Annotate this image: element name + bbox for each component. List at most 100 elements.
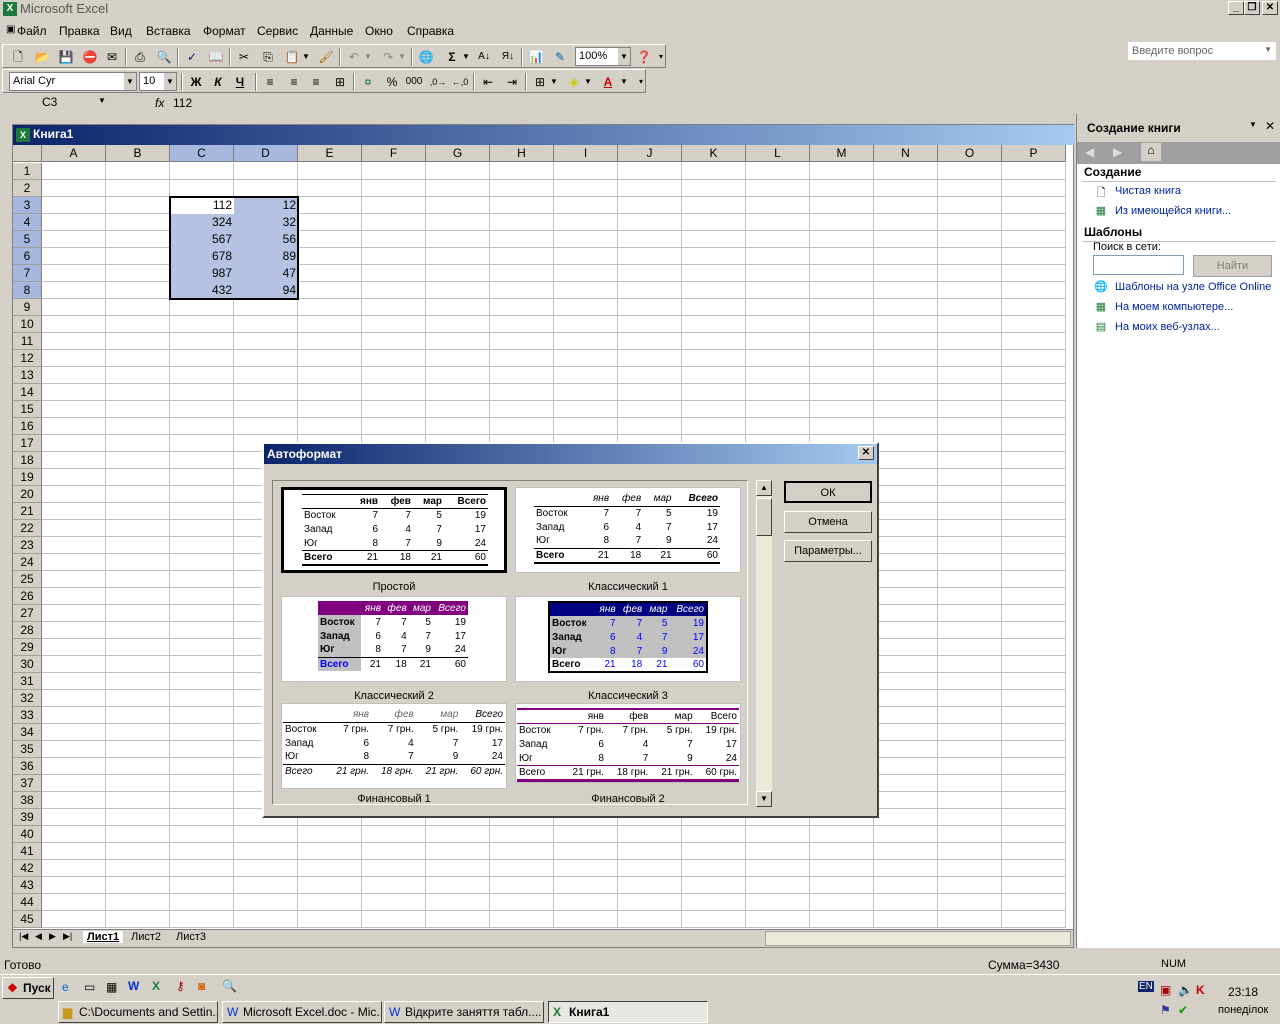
taskbar-item-word-doc[interactable]: W Microsoft Excel.doc - Mic...	[222, 1001, 382, 1023]
toolbar-options-icon[interactable]: ▾	[657, 48, 665, 66]
italic-button[interactable]: К	[209, 73, 227, 91]
scroll-up-icon[interactable]: ▲	[756, 480, 772, 496]
select-all-corner[interactable]	[13, 145, 42, 162]
borders-icon[interactable]: ⊞	[531, 73, 549, 91]
row-header-19[interactable]: 19	[13, 469, 42, 486]
column-header-B[interactable]: B	[106, 145, 170, 162]
taskbar-item-book1[interactable]: X Книга1	[548, 1001, 708, 1023]
row-header-20[interactable]: 20	[13, 486, 42, 503]
format-swatch-2[interactable]: янв фев мар Всего Восток 7 7 5 19 Запад 6 4 7 17 Юг 8 7 9…	[515, 487, 741, 573]
row-header-37[interactable]: 37	[13, 775, 42, 792]
horizontal-scrollbar[interactable]	[765, 931, 1071, 946]
volume-icon[interactable]: 🔈	[1178, 983, 1193, 997]
help-icon[interactable]: ❓	[635, 48, 653, 66]
templates-computer-link[interactable]: На моем компьютере...	[1115, 301, 1233, 313]
row-header-32[interactable]: 32	[13, 690, 42, 707]
font-color-icon[interactable]: A	[599, 73, 617, 91]
hyperlink-icon[interactable]: 🌐	[417, 48, 435, 66]
font-select[interactable]: Arial Cyr ▼	[9, 72, 137, 91]
insert-function-icon[interactable]: fx	[155, 96, 164, 110]
merge-center-icon[interactable]: ⊞	[331, 73, 349, 91]
research-icon[interactable]: 📖	[207, 48, 225, 66]
outlook-icon[interactable]: ◙	[198, 979, 205, 993]
open-icon[interactable]: 📂	[33, 48, 51, 66]
antivirus-icon[interactable]: K	[1196, 983, 1205, 997]
row-header-5[interactable]: 5	[13, 231, 42, 248]
undo-icon[interactable]: ↶	[345, 48, 363, 66]
row-header-7[interactable]: 7	[13, 265, 42, 282]
row-header-44[interactable]: 44	[13, 894, 42, 911]
templates-online-link[interactable]: Шаблоны на узле Office Online	[1115, 281, 1271, 293]
tray-icon-shield[interactable]: ✔	[1178, 1003, 1188, 1017]
permission-icon[interactable]: ⛔	[81, 48, 99, 66]
row-header-10[interactable]: 10	[13, 316, 42, 333]
row-header-36[interactable]: 36	[13, 758, 42, 775]
row-header-42[interactable]: 42	[13, 860, 42, 877]
first-sheet-icon[interactable]: |◀	[19, 931, 28, 942]
save-icon[interactable]: 💾	[57, 48, 75, 66]
menu-edit[interactable]: Правка	[59, 24, 100, 38]
format-painter-icon[interactable]: 🖌	[317, 48, 335, 66]
row-header-21[interactable]: 21	[13, 503, 42, 520]
redo-icon[interactable]: ↷	[379, 48, 397, 66]
row-header-16[interactable]: 16	[13, 418, 42, 435]
row-header-13[interactable]: 13	[13, 367, 42, 384]
redo-dropdown-icon[interactable]: ▼	[397, 48, 407, 66]
decrease-indent-icon[interactable]: ⇤	[479, 73, 497, 91]
scroll-thumb[interactable]	[756, 498, 772, 536]
calculator-icon[interactable]: ▦	[106, 980, 117, 994]
existing-workbook-link[interactable]: Из имеющейся книги...	[1115, 205, 1231, 217]
taskbar-item-lesson[interactable]: W Відкрите заняття табл....	[384, 1001, 544, 1023]
paste-icon[interactable]: 📋	[283, 48, 301, 66]
bold-button[interactable]: Ж	[187, 73, 205, 91]
column-header-A[interactable]: A	[42, 145, 106, 162]
column-header-H[interactable]: H	[490, 145, 554, 162]
menu-tools[interactable]: Сервис	[257, 24, 298, 38]
row-header-33[interactable]: 33	[13, 707, 42, 724]
spelling-icon[interactable]: ✓	[183, 48, 201, 66]
sheet-tab-1[interactable]: Лист1	[83, 931, 124, 943]
row-header-34[interactable]: 34	[13, 724, 42, 741]
options-button[interactable]: Параметры...	[784, 540, 872, 562]
paste-dropdown-icon[interactable]: ▼	[301, 48, 311, 66]
menu-view[interactable]: Вид	[110, 24, 132, 38]
column-header-D[interactable]: D	[234, 145, 298, 162]
gallery-scrollbar[interactable]: ▲ ▼	[756, 480, 772, 807]
back-icon[interactable]: ◀	[1085, 145, 1094, 159]
format-swatch-1[interactable]: янв фев мар Всего Восток 7 7 5 19 Запад 6 4 7 17 Юг 8 7 9…	[281, 487, 507, 573]
name-box[interactable]: C3 ▼	[2, 95, 108, 112]
row-header-31[interactable]: 31	[13, 673, 42, 690]
row-header-1[interactable]: 1	[13, 163, 42, 180]
row-header-29[interactable]: 29	[13, 639, 42, 656]
print-icon[interactable]: ⎙	[131, 48, 149, 66]
menu-window[interactable]: Окно	[365, 24, 393, 38]
minimize-button[interactable]: _	[1228, 1, 1244, 15]
drawing-icon[interactable]: ✎	[551, 48, 569, 66]
currency-icon[interactable]: ¤	[359, 73, 377, 91]
sort-ascending-icon[interactable]: A↓	[475, 48, 493, 66]
formula-input[interactable]: 112	[173, 96, 192, 110]
column-header-K[interactable]: K	[682, 145, 746, 162]
next-sheet-icon[interactable]: ▶	[49, 931, 56, 942]
row-header-40[interactable]: 40	[13, 826, 42, 843]
blank-workbook-link[interactable]: Чистая книга	[1115, 185, 1181, 197]
row-header-6[interactable]: 6	[13, 248, 42, 265]
align-center-icon[interactable]: ≡	[285, 73, 303, 91]
menu-data[interactable]: Данные	[310, 24, 353, 38]
column-header-L[interactable]: L	[746, 145, 810, 162]
column-header-N[interactable]: N	[874, 145, 938, 162]
email-icon[interactable]: ✉	[103, 48, 121, 66]
scroll-down-icon[interactable]: ▼	[756, 791, 772, 807]
font-color-dropdown-icon[interactable]: ▼	[619, 73, 629, 91]
maximize-button[interactable]: ❐	[1244, 1, 1260, 15]
menu-format[interactable]: Формат	[203, 24, 246, 38]
word-icon[interactable]: W	[128, 979, 139, 993]
row-header-26[interactable]: 26	[13, 588, 42, 605]
ok-button[interactable]: ОК	[784, 481, 872, 503]
column-header-G[interactable]: G	[426, 145, 490, 162]
row-header-17[interactable]: 17	[13, 435, 42, 452]
tray-icon-flag[interactable]: ⚑	[1160, 1003, 1171, 1017]
start-button[interactable]: ❖ Пуск	[2, 977, 54, 999]
underline-button[interactable]: Ч	[231, 73, 249, 91]
format-swatch-3[interactable]: янв фев мар Всего Восток 7 7 5 19 Запад 6 4 7 17 Юг 8 7 9…	[281, 596, 507, 682]
